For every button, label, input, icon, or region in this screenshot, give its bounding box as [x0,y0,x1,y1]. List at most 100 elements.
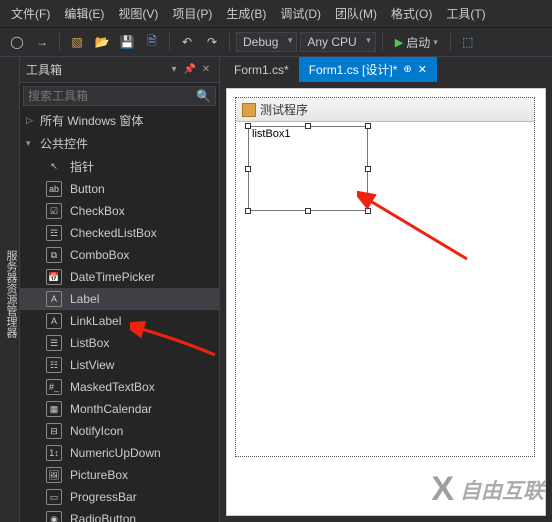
listbox-text: listBox1 [252,128,291,140]
toolbox-pin-icon[interactable]: 📌 [183,64,197,75]
menu-build[interactable]: 生成(B) [219,2,273,25]
item-label: ListBox [70,336,109,350]
toolbox-item-指针[interactable]: ↖ 指针 [20,155,219,178]
control-icon: A [46,291,62,307]
tab-form-design[interactable]: Form1.cs [设计]* ⊕ ✕ [299,57,437,82]
watermark-logo: X [431,470,454,509]
chevron-right-icon: ▷ [26,115,36,126]
item-label: Button [70,182,105,196]
form-icon [242,103,256,117]
toolbox-item-monthcalendar[interactable]: ▦ MonthCalendar [20,398,219,420]
watermark-text: 自由互联 [460,475,544,505]
menu-file[interactable]: 文件(F) [4,2,57,25]
search-icon: 🔍 [196,89,211,103]
group-label: 所有 Windows 窗体 [40,112,143,129]
item-label: MaskedTextBox [70,380,155,394]
toolbox-close-icon[interactable]: ✕ [199,64,213,75]
document-tabs: Form1.cs* Form1.cs [设计]* ⊕ ✕ [220,57,552,82]
menu-project[interactable]: 项目(P) [165,2,219,25]
item-label: Label [70,292,99,306]
toolbox-item-button[interactable]: ab Button [20,178,219,200]
control-icon: ab [46,181,62,197]
item-label: LinkLabel [70,314,121,328]
redo-button[interactable]: ↷ [201,31,223,53]
control-icon: ▦ [46,401,62,417]
nav-forward-button[interactable]: → [31,31,53,53]
item-label: NumericUpDown [70,446,161,460]
control-icon: ↖ [46,159,62,175]
undo-button[interactable]: ↶ [176,31,198,53]
item-label: ComboBox [70,248,129,262]
toolbox-item-checkedlistbox[interactable]: ☲ CheckedListBox [20,222,219,244]
toolbox-item-numericupdown[interactable]: 1↕ NumericUpDown [20,442,219,464]
start-button[interactable]: ▶ 启动 ▾ [389,32,444,53]
control-icon: ☷ [46,357,62,373]
config-dropdown[interactable]: Debug [236,32,297,52]
server-explorer-tab[interactable]: 服务器资源管理器 [0,57,20,522]
toolbox-item-radiobutton[interactable]: ◉RadioButton [20,508,219,522]
tab-label: Form1.cs* [234,63,289,77]
group-label: 公共控件 [40,135,88,152]
pin-icon[interactable]: ⊕ [403,64,411,75]
item-label: ProgressBar [70,490,137,504]
toolbox-item-picturebox[interactable]: 🖼 PictureBox [20,464,219,486]
item-label: CheckedListBox [70,226,157,240]
menu-tools[interactable]: 工具(T) [439,2,492,25]
platform-dropdown[interactable]: Any CPU [300,32,375,52]
search-input[interactable] [28,89,196,103]
control-icon: 📅 [46,269,62,285]
new-project-button[interactable]: ▧ [66,31,88,53]
control-icon: ⧉ [46,247,62,263]
toolbar: ◯ → ▧ 📂 💾 🗎 ↶ ↷ Debug Any CPU ▶ 启动 ▾ ⬚ [0,28,552,57]
watermark: X 自由互联 [431,470,544,509]
chevron-down-icon: ▾ [26,138,36,149]
item-label: 指针 [70,158,94,175]
control-icon: ☑ [46,203,62,219]
save-all-button[interactable]: 🗎 [141,31,163,53]
menu-debug[interactable]: 调试(D) [273,2,328,25]
designer-area: Form1.cs* Form1.cs [设计]* ⊕ ✕ 测试程序 listBo… [220,57,552,522]
toolbox-search[interactable]: 🔍 [23,86,216,106]
menu-edit[interactable]: 编辑(E) [57,2,111,25]
item-label: PictureBox [70,468,128,482]
control-icon: ▭ [46,489,62,505]
tab-form-code[interactable]: Form1.cs* [224,57,299,82]
group-all-windows-forms[interactable]: ▷ 所有 Windows 窗体 [20,109,219,132]
listbox-control[interactable]: listBox1 [248,126,368,211]
control-icon: A [46,313,62,329]
menu-team[interactable]: 团队(M) [328,2,384,25]
start-label: 启动 [406,34,430,51]
toolbox-item-listbox[interactable]: ☰ListBox [20,332,219,354]
open-file-button[interactable]: 📂 [91,31,113,53]
control-icon: ☲ [46,225,62,241]
save-button[interactable]: 💾 [116,31,138,53]
toolbox-item-linklabel[interactable]: A LinkLabel [20,310,219,332]
toolbox-item-notifyicon[interactable]: ⊟NotifyIcon [20,420,219,442]
toolbox-item-label[interactable]: A Label [20,288,219,310]
item-label: MonthCalendar [70,402,152,416]
menu-format[interactable]: 格式(O) [384,2,439,25]
control-icon: ⊟ [46,423,62,439]
nav-back-button[interactable]: ◯ [6,31,28,53]
toolbox-item-combobox[interactable]: ⧉ ComboBox [20,244,219,266]
design-canvas[interactable]: 测试程序 listBox1 [226,88,546,516]
menu-view[interactable]: 视图(V) [111,2,165,25]
group-common-controls[interactable]: ▾ 公共控件 [20,132,219,155]
toolbox-item-progressbar[interactable]: ▭ ProgressBar [20,486,219,508]
play-icon: ▶ [395,36,403,49]
control-icon: 1↕ [46,445,62,461]
toolbox-item-datetimepicker[interactable]: 📅 DateTimePicker [20,266,219,288]
control-icon: 🖼 [46,467,62,483]
item-label: CheckBox [70,204,125,218]
toolbox-item-listview[interactable]: ☷ ListView [20,354,219,376]
toolbox-item-checkbox[interactable]: ☑ CheckBox [20,200,219,222]
toolbox-item-maskedtextbox[interactable]: #_ MaskedTextBox [20,376,219,398]
item-label: ListView [70,358,114,372]
control-icon: #_ [46,379,62,395]
item-label: DateTimePicker [70,270,155,284]
toolbox-title: 工具箱 [26,61,62,78]
close-icon[interactable]: ✕ [418,63,427,76]
extra-button[interactable]: ⬚ [457,31,479,53]
form-window[interactable]: 测试程序 listBox1 [235,97,535,457]
toolbox-dropdown-icon[interactable]: ▾ [167,64,181,75]
